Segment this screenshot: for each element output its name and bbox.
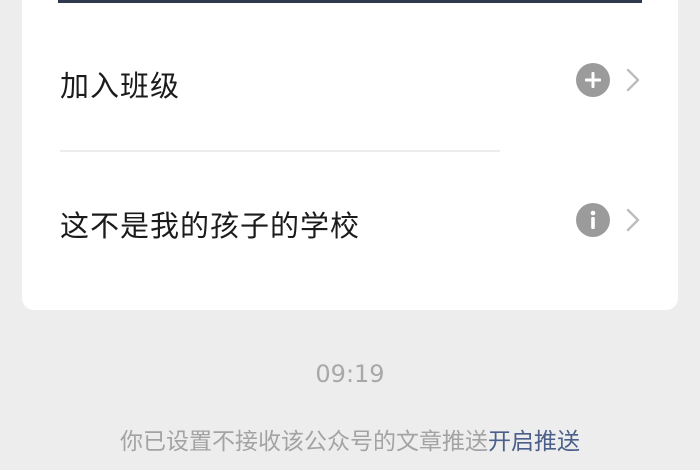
info-circle-icon [576,203,610,237]
chevron-right-icon [624,66,642,94]
message-timestamp: 09:19 [315,360,385,388]
menu-card: 加入班级 这不是我的孩子的学校 [22,0,678,310]
not-my-childs-school-item[interactable]: 这不是我的孩子的学校 [22,157,678,287]
plus-circle-icon [576,63,610,97]
push-disabled-notice: 你已设置不接收该公众号的文章推送开启推送 [0,422,700,456]
join-class-label: 加入班级 [60,69,181,103]
join-class-item[interactable]: 加入班级 [22,17,678,147]
chevron-right-icon [624,206,642,234]
push-disabled-text: 你已设置不接收该公众号的文章推送 [120,429,488,455]
menu-divider [60,150,500,152]
enable-push-link[interactable]: 开启推送 [488,429,580,455]
card-top-accent-line [58,0,642,3]
not-my-childs-school-label: 这不是我的孩子的学校 [60,209,361,243]
